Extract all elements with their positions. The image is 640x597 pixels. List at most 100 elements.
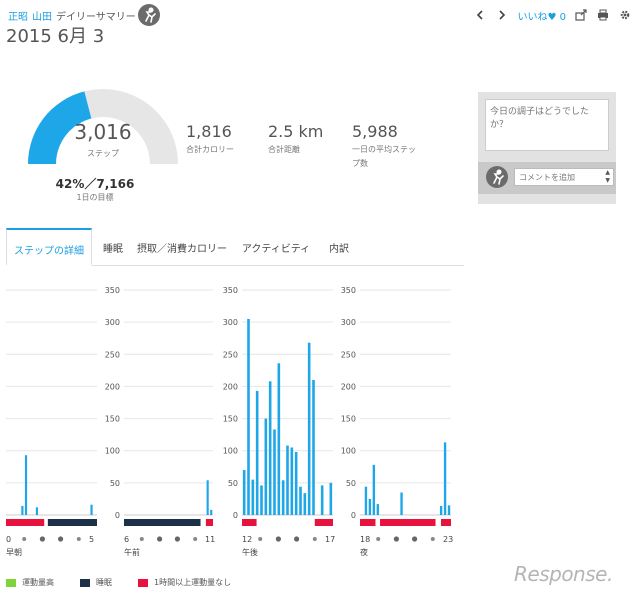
step-bar [303, 493, 307, 515]
step-bar [447, 505, 451, 515]
avg-steps-label: 一日の平均ステッ プ数 [352, 143, 416, 171]
y-tick-label: 50 [228, 479, 238, 488]
x-start-label: 6 [124, 535, 129, 544]
y-tick-label: 350 [223, 286, 238, 295]
hour-dot [258, 537, 263, 541]
legend-swatch-inactive [138, 578, 148, 587]
hour-dot [193, 537, 198, 541]
y-tick-label: 350 [105, 286, 120, 295]
period-label: 早朝 [6, 548, 22, 557]
chevron-right-icon[interactable] [495, 8, 509, 22]
step-bar [400, 492, 403, 515]
y-tick-label: 100 [105, 447, 120, 456]
commenter-avatar [486, 166, 508, 188]
hour-dot [275, 536, 281, 542]
period-label: 午前 [124, 547, 140, 557]
tab-sleep[interactable]: 睡眠 [100, 228, 126, 266]
like-label: いいね [517, 11, 548, 23]
y-tick-label: 200 [223, 382, 238, 391]
heart-icon: ♥ [547, 11, 557, 23]
step-bar [260, 485, 263, 515]
x-start-label: 12 [242, 535, 252, 544]
step-bar [372, 464, 376, 515]
tab-step-details[interactable]: ステップの詳細 [6, 228, 92, 266]
hour-dot [39, 536, 46, 542]
step-bar [376, 504, 379, 515]
inactive-band [440, 519, 451, 526]
hour-dot [157, 536, 163, 542]
y-tick-label: 0 [115, 511, 120, 520]
period-label: 夜 [360, 547, 368, 557]
hour-dot [412, 536, 418, 542]
step-bar [264, 418, 268, 515]
step-bar [35, 507, 39, 515]
step-bar [439, 506, 443, 515]
goal-progress: 42%／7,166 [55, 177, 135, 191]
step-bar [24, 455, 28, 515]
chevron-left-icon[interactable] [473, 8, 487, 22]
step-gauge: 3,016 ステップ [18, 66, 188, 176]
tab-activity[interactable]: アクティビティ [240, 228, 312, 266]
legend-item-high-activity: 運動量高 [6, 577, 54, 588]
print-icon[interactable] [596, 8, 610, 22]
inactive-band [205, 519, 213, 526]
watermark-logo: Response. [514, 562, 613, 586]
page-date: 2015 6月 3 [6, 26, 105, 47]
distance-label: 合計距離 [268, 145, 300, 154]
step-bar [281, 480, 285, 515]
step-bar [206, 480, 209, 515]
y-tick-label: 100 [223, 447, 238, 456]
step-bar [251, 479, 255, 515]
like-count: 0 [559, 11, 566, 23]
sleep-band [124, 519, 201, 526]
inactive-band [242, 519, 257, 526]
spinner-arrows-icon[interactable]: ▲ ▼ [605, 169, 610, 185]
step-bar [90, 504, 93, 515]
legend-label-high: 運動量高 [22, 578, 54, 587]
x-end-label: 5 [89, 535, 94, 544]
step-bar [294, 452, 298, 515]
detail-tabs: ステップの詳細 睡眠 摂取／消費カロリー アクティビティ 内訳 [6, 228, 464, 266]
share-icon[interactable] [574, 8, 588, 22]
hour-dot [22, 537, 27, 541]
x-end-label: 23 [443, 535, 453, 544]
breadcrumb: 正昭 山田 デイリーサマリー [8, 8, 140, 23]
tab-calories[interactable]: 摂取／消費カロリー [136, 228, 228, 266]
stat-average-steps: 5,988 一日の平均ステッ プ数 [352, 122, 416, 171]
gear-icon[interactable] [618, 8, 632, 22]
legend-label-inactive: 1時間以上運動量なし [154, 578, 232, 587]
x-end-label: 17 [325, 535, 335, 544]
step-bar [268, 381, 272, 515]
step-bar [290, 447, 294, 515]
y-tick-label: 150 [223, 415, 238, 424]
y-tick-label: 200 [105, 382, 120, 391]
stat-distance: 2.5 km 合計距離 [268, 122, 323, 157]
hour-dot [393, 536, 399, 542]
step-bar [210, 509, 213, 515]
step-bar [299, 486, 302, 515]
tab-breakdown[interactable]: 内訳 [328, 228, 350, 266]
avg-steps-label-line1: 一日の平均ステッ [352, 145, 416, 154]
like-button[interactable]: いいね♥ 0 [517, 8, 566, 23]
x-end-label: 11 [205, 535, 215, 544]
y-tick-label: 50 [110, 479, 120, 488]
comment-input[interactable]: コメントを追加 ▲ ▼ [514, 168, 614, 186]
steps-chart: 0501001502002503003500501001502002503003… [6, 286, 453, 557]
y-tick-label: 100 [341, 447, 356, 456]
step-bar [320, 485, 324, 515]
step-bar [242, 470, 246, 515]
step-bar [286, 445, 289, 515]
step-bar [443, 442, 447, 515]
steps-value: 3,016 [74, 120, 132, 144]
y-tick-label: 150 [105, 415, 120, 424]
y-tick-label: 300 [341, 318, 356, 327]
chart-legend: 運動量高 睡眠 1時間以上運動量なし [6, 577, 257, 588]
mood-input[interactable] [485, 99, 609, 151]
period-label: 午後 [242, 547, 258, 557]
hour-dot [376, 537, 381, 541]
steps-label: ステップ [87, 149, 119, 158]
sleep-band [47, 519, 97, 526]
step-bar [255, 390, 259, 515]
user-avatar[interactable] [138, 4, 160, 26]
legend-swatch-high [6, 578, 16, 587]
